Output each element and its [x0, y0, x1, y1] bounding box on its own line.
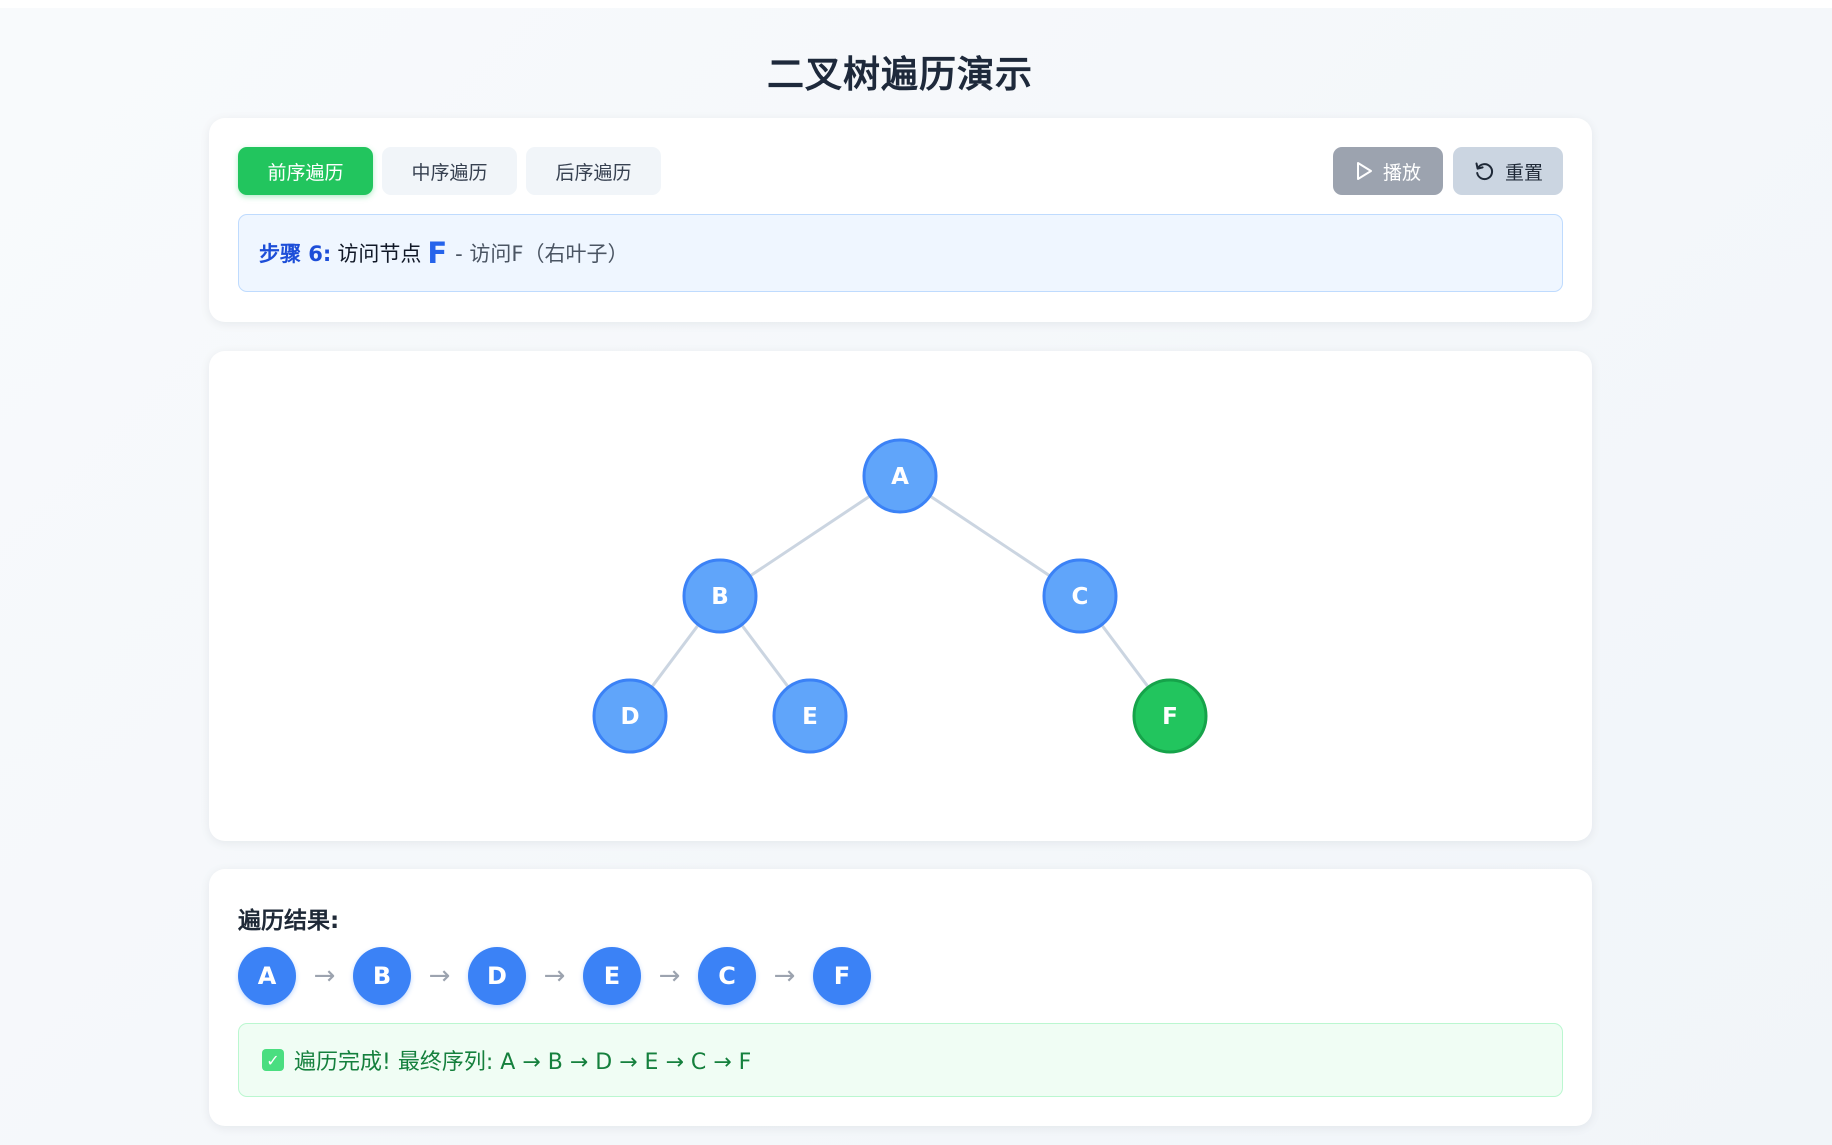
sequence-arrow-icon: → [658, 961, 681, 991]
reset-label: 重置 [1504, 161, 1543, 184]
step-info: 步骤 6: 访问节点 F - 访问F（右叶子） [238, 214, 1563, 292]
play-icon [1356, 162, 1372, 180]
sequence-arrow-icon: → [773, 961, 796, 991]
tab-inorder[interactable]: 中序遍历 [382, 147, 517, 195]
result-node-b: B [353, 947, 411, 1005]
controls-panel: 前序遍历 中序遍历 后序遍历 播放 重置 步骤 6: 访问节点 F - 访问F（… [209, 118, 1592, 322]
check-icon: ✓ [262, 1049, 284, 1071]
tree-node-b[interactable]: B [682, 558, 758, 634]
step-text: 访问节点 [337, 242, 422, 266]
tab-preorder[interactable]: 前序遍历 [238, 147, 373, 195]
sequence-arrow-icon: → [543, 961, 566, 991]
tree-node-label: A [891, 464, 909, 490]
tree-node-label: E [802, 704, 818, 730]
result-node-f: F [813, 947, 871, 1005]
result-heading: 遍历结果: [238, 908, 340, 934]
tree-node-label: F [1162, 704, 1178, 730]
completion-text: 遍历完成! 最终序列: A → B → D → E → C → F [294, 1050, 752, 1075]
reset-button[interactable]: 重置 [1453, 147, 1563, 195]
tree-node-label: D [620, 704, 639, 730]
step-description: - 访问F（右叶子） [455, 242, 629, 266]
completion-message: ✓ 遍历完成! 最终序列: A → B → D → E → C → F [238, 1023, 1563, 1097]
tab-postorder[interactable]: 后序遍历 [526, 147, 661, 195]
tree-node-label: C [1072, 584, 1089, 610]
tree-node-label: B [711, 584, 729, 610]
play-button[interactable]: 播放 [1333, 147, 1443, 195]
result-node-d: D [468, 947, 526, 1005]
sequence-arrow-icon: → [313, 961, 336, 991]
result-node-c: C [698, 947, 756, 1005]
result-node-a: A [238, 947, 296, 1005]
tree-node-a[interactable]: A [862, 438, 938, 514]
reset-icon [1475, 162, 1494, 181]
result-node-e: E [583, 947, 641, 1005]
step-label: 步骤 6: [259, 242, 332, 266]
play-label: 播放 [1382, 161, 1421, 184]
tree-node-d[interactable]: D [592, 678, 668, 754]
tree-diagram: A B C D E F [592, 438, 1208, 754]
result-sequence: A → B → D → E → C → F [238, 947, 871, 1005]
top-strip [0, 0, 1832, 8]
tree-panel: A B C D E F [209, 351, 1592, 841]
tree-node-f[interactable]: F [1132, 678, 1208, 754]
result-panel: 遍历结果: A → B → D → E → C → F ✓ 遍历完成! 最终序列: A → B → … [209, 869, 1592, 1126]
page-title: 二叉树遍历演示 [767, 53, 1033, 96]
tree-node-e[interactable]: E [772, 678, 848, 754]
tree-node-c[interactable]: C [1042, 558, 1118, 634]
step-node: F [427, 236, 448, 270]
sequence-arrow-icon: → [428, 961, 451, 991]
